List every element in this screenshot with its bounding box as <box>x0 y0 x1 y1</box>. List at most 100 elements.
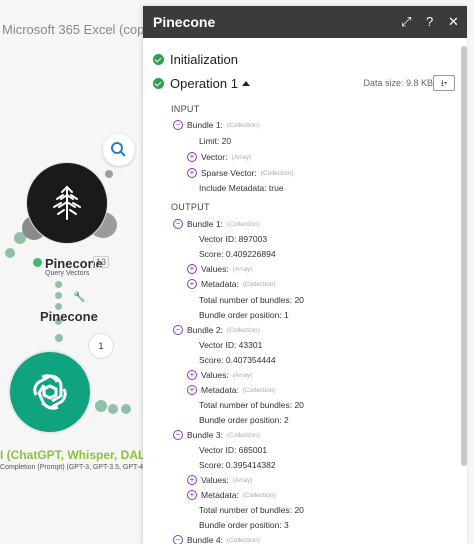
tree-row: Score: 0.409226894 <box>199 249 276 259</box>
bundle-label: Bundle 2: <box>187 325 223 335</box>
tree-row[interactable]: − Bundle 1: (Collection) <box>173 120 260 130</box>
download-icon[interactable]: ⭳▾ <box>433 75 455 91</box>
success-dot <box>33 258 42 267</box>
field-label: Metadata: <box>201 279 239 289</box>
panel-title: Pinecone <box>153 14 216 30</box>
type-hint: (Collection) <box>242 386 276 394</box>
openai-module[interactable] <box>10 352 90 432</box>
field-text: Bundle order position: 1 <box>199 310 289 320</box>
collapse-icon[interactable]: − <box>173 325 183 335</box>
collapse-icon[interactable]: − <box>173 535 183 544</box>
tree-row: Vector ID: 685001 <box>199 445 267 455</box>
expand-toggle-icon[interactable]: + <box>187 385 197 395</box>
type-hint: (Array) <box>231 153 252 161</box>
panel-header: Pinecone ⤢ ? ✕ <box>143 6 467 38</box>
field-label: Metadata: <box>201 490 239 500</box>
collapse-icon[interactable]: − <box>173 430 183 440</box>
scrollbar[interactable] <box>461 46 467 466</box>
bundle-label: Bundle 1: <box>187 120 223 130</box>
pinecone-label: Pinecone <box>40 309 98 324</box>
bundle-label: Bundle 4: <box>187 535 223 544</box>
tree-row: Bundle order position: 2 <box>199 415 289 425</box>
tree-row: Include Metadata: true <box>199 183 284 193</box>
expand-icon[interactable]: ⤢ <box>401 14 411 30</box>
wrench-icon[interactable]: 🔧 <box>73 292 85 303</box>
connector-dot <box>55 334 63 342</box>
tree-row: Bundle order position: 1 <box>199 310 289 320</box>
caret-up-icon <box>241 81 250 86</box>
field-text: Vector ID: 897003 <box>199 234 268 244</box>
tree-row: Vector ID: 43301 <box>199 340 262 350</box>
collapse-icon[interactable]: − <box>173 120 183 130</box>
connector-dot <box>108 404 118 414</box>
field-text: Bundle order position: 3 <box>199 520 289 530</box>
scenario-title: Microsoft 365 Excel (copy <box>2 22 151 37</box>
expand-toggle-icon[interactable]: + <box>187 490 197 500</box>
field-text: Total number of bundles: 20 <box>199 400 304 410</box>
tree-row: Bundle order position: 3 <box>199 520 289 530</box>
field-label: Vector: <box>201 152 228 162</box>
data-size: Data size: 9.8 KB <box>363 78 433 88</box>
connector-dot <box>5 248 15 258</box>
type-hint: (Collection) <box>260 169 294 177</box>
field-text: Vector ID: 685001 <box>199 445 268 455</box>
expand-toggle-icon[interactable]: + <box>187 152 197 162</box>
expand-toggle-icon[interactable]: + <box>187 475 197 485</box>
tree-row: Total number of bundles: 20 <box>199 400 304 410</box>
search-bubble[interactable] <box>103 134 135 166</box>
field-label: Sparse Vector: <box>201 168 257 178</box>
tree-row[interactable]: − Bundle 2: (Collection) <box>173 325 260 335</box>
pinecone-logo-icon <box>53 185 81 220</box>
initialization-section[interactable]: Initialization <box>153 52 238 67</box>
help-icon[interactable]: ? <box>426 14 433 29</box>
tree-row[interactable]: + Sparse Vector: (Collection) <box>187 168 294 178</box>
module-number-badge: 13 <box>93 256 110 268</box>
type-hint: (Array) <box>232 476 253 484</box>
type-hint: (Collection) <box>226 326 260 334</box>
search-icon <box>111 142 126 157</box>
expand-toggle-icon[interactable]: + <box>187 279 197 289</box>
type-hint: (Collection) <box>242 280 276 288</box>
pinecone-module-subtitle: Query Vectors <box>45 270 90 277</box>
field-text: Total number of bundles: 20 <box>199 295 304 305</box>
connector-dot <box>121 404 131 414</box>
connector-dot <box>55 292 62 299</box>
tree-row[interactable]: + Values: (Array) <box>187 475 253 485</box>
field-text: Bundle order position: 2 <box>199 415 289 425</box>
field-label: Values: <box>201 370 229 380</box>
type-hint: (Collection) <box>242 491 276 499</box>
tree-row[interactable]: − Bundle 1: (Collection) <box>173 219 260 229</box>
field-text: Vector ID: 43301 <box>199 340 263 350</box>
field-text: Limit: 20 <box>199 136 232 146</box>
tree-row[interactable]: + Metadata: (Collection) <box>187 279 276 289</box>
type-hint: (Collection) <box>226 431 260 439</box>
output-heading: OUTPUT <box>171 202 210 212</box>
connector-dot <box>105 170 113 178</box>
field-text: Total number of bundles: 20 <box>199 505 304 515</box>
tree-row[interactable]: + Metadata: (Collection) <box>187 490 276 500</box>
expand-toggle-icon[interactable]: + <box>187 168 197 178</box>
connector-dot <box>55 281 62 288</box>
type-hint: (Collection) <box>226 220 260 228</box>
expand-toggle-icon[interactable]: + <box>187 370 197 380</box>
type-hint: (Array) <box>232 265 253 273</box>
tree-row: Vector ID: 897003 <box>199 234 267 244</box>
expand-toggle-icon[interactable]: + <box>187 264 197 274</box>
operation-count-badge[interactable]: 1 <box>88 333 114 359</box>
tree-row[interactable]: − Bundle 3: (Collection) <box>173 430 260 440</box>
operation-label: Operation 1 <box>170 76 238 91</box>
tree-row[interactable]: − Bundle 4: (Collection) <box>173 535 260 544</box>
tree-row[interactable]: + Vector: (Array) <box>187 152 251 162</box>
tree-row[interactable]: + Metadata: (Collection) <box>187 385 276 395</box>
close-icon[interactable]: ✕ <box>448 14 459 30</box>
tree-row[interactable]: + Values: (Array) <box>187 264 253 274</box>
tree-row[interactable]: + Values: (Array) <box>187 370 253 380</box>
collapse-icon[interactable]: − <box>173 219 183 229</box>
openai-module-subtitle: Completion (Prompt) (GPT-3, GPT-3.5, GPT… <box>0 464 146 471</box>
operation-section[interactable]: Operation 1 <box>153 76 250 91</box>
tree-row: Score: 0.395414382 <box>199 460 276 470</box>
pinecone-module[interactable] <box>27 163 107 243</box>
initialization-label: Initialization <box>170 52 238 67</box>
field-text: Include Metadata: true <box>199 183 284 193</box>
panel-body: Initialization Operation 1 Data size: 9.… <box>143 38 467 544</box>
